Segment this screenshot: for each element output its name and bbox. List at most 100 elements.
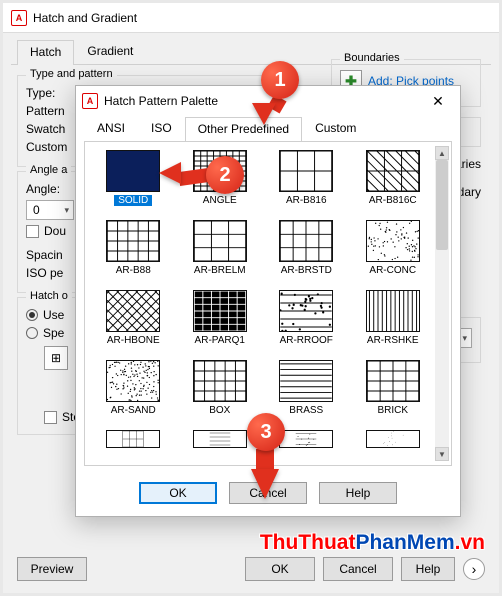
scrollbar-thumb[interactable]	[436, 160, 448, 250]
pattern-thumb	[279, 360, 333, 402]
parent-cancel-button[interactable]: Cancel	[323, 557, 393, 581]
pattern-ar-hbone[interactable]: AR-HBONE	[93, 290, 174, 346]
pattern-thumb	[279, 290, 333, 332]
pattern-label: AR-B88	[116, 265, 151, 276]
pattern-label: AR-B816C	[369, 195, 417, 206]
parent-help-button[interactable]: Help	[401, 557, 455, 581]
pattern-label: SOLID	[114, 195, 152, 206]
close-button[interactable]: ✕	[422, 89, 454, 113]
pattern-label: AR-RSHKE	[367, 335, 419, 346]
pattern-label: AR-B816	[286, 195, 327, 206]
pattern-label: BRASS	[289, 405, 323, 416]
palette-tab-ansi[interactable]: ANSI	[84, 116, 138, 141]
pattern-thumb	[106, 220, 160, 262]
iso-label: ISO pe	[26, 266, 63, 280]
spe-label: Spe	[43, 326, 64, 340]
callout-1: 1	[261, 61, 299, 99]
wm-b: PhanMem	[355, 531, 454, 554]
palette-grid: SOLIDANGLEAR-B816AR-B816CAR-B88AR-BRELMA…	[93, 150, 433, 448]
pattern-label: BOX	[209, 405, 230, 416]
palette-help-button[interactable]: Help	[319, 482, 397, 504]
palette-title: Hatch Pattern Palette	[104, 94, 218, 108]
pattern-label: AR-PARQ1	[195, 335, 245, 346]
pattern-thumb	[106, 290, 160, 332]
origin-icon-button[interactable]: ⊞	[44, 346, 68, 370]
pattern-thumb	[279, 150, 333, 192]
pattern-thumb	[279, 220, 333, 262]
pattern-ar-sand[interactable]: AR-SAND	[93, 360, 174, 416]
pattern-thumb	[366, 220, 420, 262]
pattern-thumb	[106, 360, 160, 402]
pattern-brick[interactable]: BRICK	[353, 360, 434, 416]
parent-titlebar: A Hatch and Gradient	[3, 3, 499, 33]
callout-3: 3	[247, 413, 285, 451]
expand-button[interactable]: ›	[463, 558, 485, 580]
group-legend: Hatch o	[26, 290, 72, 302]
group-legend: Angle a	[26, 164, 71, 176]
angle-input[interactable]: 0	[26, 200, 74, 220]
pattern-thumb	[193, 430, 247, 448]
use-label: Use	[43, 308, 64, 322]
spe-radio[interactable]	[26, 327, 38, 339]
angle-label: Angle:	[26, 182, 60, 196]
pattern-label: AR-SAND	[111, 405, 156, 416]
pattern-thumb	[106, 430, 160, 448]
palette-ok-button[interactable]: OK	[139, 482, 217, 504]
palette-tab-custom[interactable]: Custom	[302, 116, 369, 141]
pattern-ar-b816c[interactable]: AR-B816C	[353, 150, 434, 206]
scrollbar[interactable]: ▲ ▼	[435, 146, 449, 461]
parent-title: Hatch and Gradient	[33, 11, 137, 25]
pattern-thumb	[193, 290, 247, 332]
pattern-label: AR-CONC	[369, 265, 416, 276]
pattern-thumb	[366, 430, 420, 448]
scrollbar-track[interactable]	[435, 160, 449, 447]
pattern-ar-conc[interactable]: AR-CONC	[353, 220, 434, 276]
scroll-up-button[interactable]: ▲	[435, 146, 449, 160]
pattern-brass[interactable]: BRASS	[266, 360, 347, 416]
pattern-thumb	[106, 150, 160, 192]
pattern-ar-rshke[interactable]: AR-RSHKE	[353, 290, 434, 346]
watermark: ThuThuatPhanMem.vn	[260, 531, 485, 555]
pattern-thumb	[366, 290, 420, 332]
spacing-label: Spacin	[26, 248, 63, 262]
palette-tab-iso[interactable]: ISO	[138, 116, 185, 141]
pattern-label: AR-HBONE	[107, 335, 160, 346]
parent-ok-button[interactable]: OK	[245, 557, 315, 581]
pattern-item[interactable]	[93, 430, 174, 448]
pattern-ar-rroof[interactable]: AR-RROOF	[266, 290, 347, 346]
type-label: Type:	[26, 86, 78, 100]
pattern-ar-b88[interactable]: AR-B88	[93, 220, 174, 276]
pattern-thumb	[193, 220, 247, 262]
wm-a: ThuThuat	[260, 531, 356, 554]
group-legend: Boundaries	[340, 52, 404, 64]
pattern-label: Pattern	[26, 104, 78, 118]
dary-label: dary	[458, 185, 481, 199]
group-legend: Type and pattern	[26, 68, 117, 80]
pattern-thumb	[366, 150, 420, 192]
pattern-label: AR-RROOF	[280, 335, 333, 346]
pattern-ar-parq1[interactable]: AR-PARQ1	[180, 290, 261, 346]
tab-gradient[interactable]: Gradient	[74, 39, 146, 64]
swatch-label: Swatch	[26, 122, 78, 136]
pattern-ar-b816[interactable]: AR-B816	[266, 150, 347, 206]
app-icon: A	[82, 93, 98, 109]
pattern-label: AR-BRSTD	[281, 265, 332, 276]
pattern-label: AR-BRELM	[194, 265, 246, 276]
callout-2: 2	[206, 156, 244, 194]
use-radio[interactable]	[26, 309, 38, 321]
wm-c: .vn	[455, 531, 485, 554]
scroll-down-button[interactable]: ▼	[435, 447, 449, 461]
pattern-ar-brstd[interactable]: AR-BRSTD	[266, 220, 347, 276]
pattern-item[interactable]	[353, 430, 434, 448]
pattern-ar-brelm[interactable]: AR-BRELM	[180, 220, 261, 276]
store-checkbox[interactable]	[44, 411, 57, 424]
double-checkbox[interactable]	[26, 225, 39, 238]
window-root: A Hatch and Gradient Hatch Gradient Type…	[0, 0, 502, 596]
pattern-label: BRICK	[377, 405, 408, 416]
custom-label: Custom	[26, 140, 78, 154]
preview-button[interactable]: Preview	[17, 557, 87, 581]
parent-footer: Preview OK Cancel Help ›	[3, 557, 499, 581]
pattern-box[interactable]: BOX	[180, 360, 261, 416]
tab-hatch[interactable]: Hatch	[17, 40, 74, 65]
palette-tab-other[interactable]: Other Predefined	[185, 117, 302, 142]
